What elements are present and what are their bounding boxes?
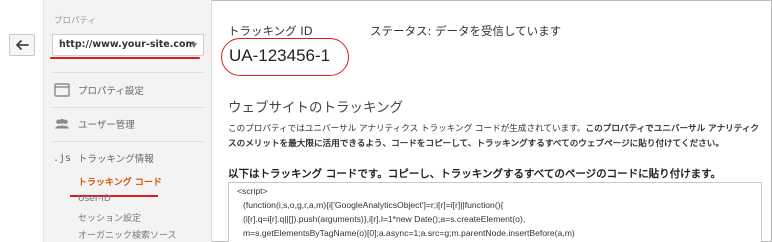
tracking-id-label: トラッキング ID (228, 24, 313, 38)
back-button[interactable] (9, 34, 35, 56)
code-line: m=s.getElementsByTagName(o)[0];a.async=1… (243, 228, 575, 238)
code-heading: 以下はトラッキング コードです。コピーし、トラッキングするすべてのページのコード… (228, 168, 722, 180)
section-title: ウェブサイトのトラッキング (228, 100, 404, 116)
sidebar-item-tracking-info[interactable]: .js トラッキング情報 (44, 140, 212, 176)
main-content: トラッキング ID ステータス: データを受信しています UA-123456-1… (212, 0, 772, 242)
back-arrow-icon (16, 40, 29, 50)
property-settings-icon (54, 82, 70, 98)
property-select-value: http://www.your-site.com (59, 39, 196, 50)
js-icon: .js (52, 152, 72, 164)
code-line: (i[r].q=i[r].q||[]).push(arguments)},i[r… (243, 214, 526, 224)
description-plain: このプロパティではユニバーサル アナリティクス トラッキング コードが生成されて… (228, 124, 586, 134)
property-highlight-underline (50, 57, 200, 59)
property-label: プロパティ (54, 16, 96, 26)
sidebar-subitem-organic-search[interactable]: オーガニック検索ソース (78, 228, 177, 241)
sidebar-subitem-user-id[interactable]: User-ID (78, 194, 111, 204)
sidebar-item-user-management[interactable]: ユーザー管理 (44, 106, 212, 142)
sidebar-item-property-settings[interactable]: プロパティ設定 (44, 72, 212, 108)
code-line: <script> (237, 186, 268, 196)
code-line: (function(i,s,o,g,r,a,m){i['GoogleAnalyt… (243, 200, 504, 210)
sidebar-item-label: ユーザー管理 (78, 120, 135, 131)
status-text: ステータス: データを受信しています (370, 24, 562, 38)
sidebar-item-label: トラッキング情報 (78, 154, 154, 165)
left-gutter (0, 0, 44, 242)
property-select[interactable]: http://www.your-site.com (52, 34, 204, 56)
users-icon (54, 116, 70, 132)
tracking-id-value: UA-123456-1 (229, 46, 331, 65)
sidebar-subitem-tracking-code[interactable]: トラッキング コード (78, 175, 162, 188)
sidebar-subitem-session-settings[interactable]: セッション設定 (78, 211, 141, 224)
sidebar: プロパティ http://www.your-site.com プロパティ設定 ユ… (44, 0, 212, 242)
tracking-code-textarea[interactable]: <script> (function(i,s,o,g,r,a,m){i['Goo… (228, 182, 762, 242)
sidebar-item-label: プロパティ設定 (78, 86, 144, 97)
chevron-down-icon (191, 43, 197, 48)
description: このプロパティではユニバーサル アナリティクス トラッキング コードが生成されて… (228, 122, 760, 152)
